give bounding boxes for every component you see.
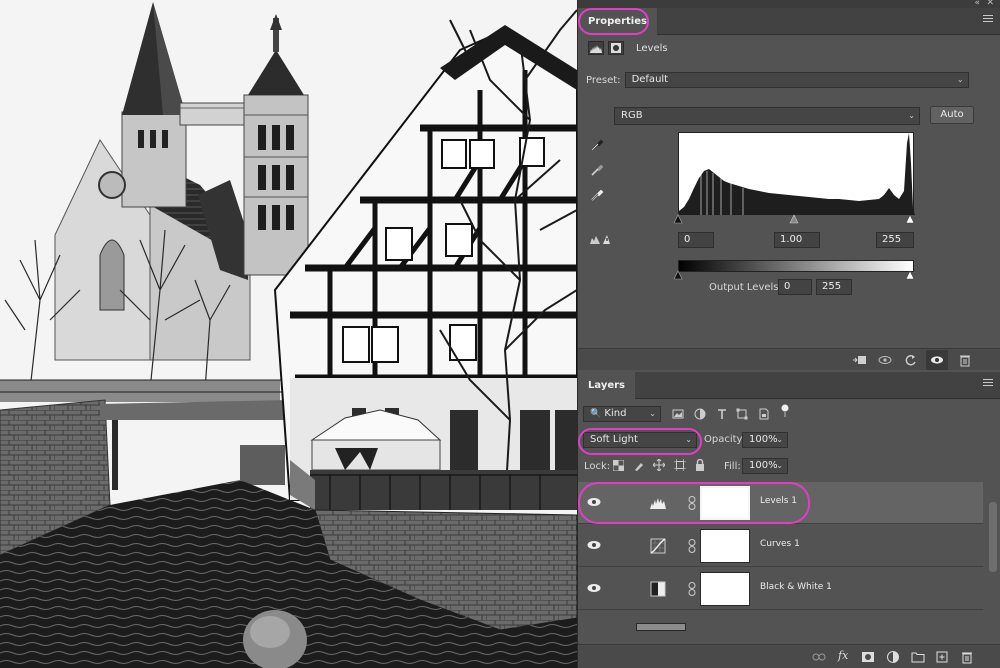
output-black-field[interactable]: 0 [778,279,812,295]
white-eyedropper-icon[interactable] [590,188,604,202]
layer-row-partial[interactable] [578,611,983,631]
filter-kind-value: Kind [604,408,627,419]
lock-position-icon[interactable] [653,459,665,471]
layer-mask-thumbnail[interactable] [700,529,750,563]
opacity-field[interactable]: 100% ⌄ [742,432,788,448]
fx-icon[interactable]: fx [838,649,848,662]
lock-artboard-icon[interactable] [674,459,686,471]
right-panel-dock: « ✕ Properties Levels Preset: Default ⌄ [577,0,1000,668]
layers-panel: Layers 🔍 Kind ⌄ Soft Light ⌄ Opacity: 10… [578,372,1000,668]
properties-footer [578,348,1000,370]
preset-label: Preset: [586,74,621,86]
panel-menu-icon[interactable] [983,379,993,389]
folder-icon[interactable] [911,650,925,664]
delete-icon[interactable] [958,353,972,367]
link-layers-icon[interactable] [812,650,826,664]
chevron-down-icon: ⌄ [776,461,783,470]
layer-name[interactable]: Black & White 1 [760,582,832,592]
black-white-icon [650,581,666,597]
filter-shape-icon[interactable] [736,408,748,420]
levels-icon[interactable] [588,41,604,55]
chevron-down-icon: ⌄ [649,409,656,418]
layer-mask-icon[interactable] [608,41,624,55]
properties-tab-highlight [578,8,649,35]
input-gamma-field[interactable]: 1.00 [774,232,820,248]
output-white-field[interactable]: 255 [816,279,852,295]
channel-dropdown[interactable]: RGB ⌄ [614,107,920,125]
lock-label: Lock: [584,461,611,472]
layers-tab-row: Layers [578,372,1000,399]
eye-icon[interactable] [587,540,601,550]
document-canvas[interactable] [0,0,577,668]
layer-thumbnail [636,623,686,631]
fill-field[interactable]: 100% ⌄ [742,458,788,474]
input-level-sliders[interactable] [673,214,919,224]
opacity-label: Opacity: [704,434,746,445]
fill-label: Fill: [724,461,741,472]
properties-panel: Properties Levels Preset: Default ⌄ RGB … [578,8,1000,370]
layer-row-black-white-1[interactable]: Black & White 1 [578,568,983,610]
layers-footer: fx [578,644,1000,668]
dock-titlebar: « ✕ [578,0,1000,8]
eye-icon[interactable] [587,583,601,593]
lock-transparent-icon[interactable] [613,460,624,471]
layer-name[interactable]: Curves 1 [760,539,800,549]
auto-button[interactable]: Auto [930,106,974,124]
chevron-down-icon: ⌄ [776,435,783,444]
panel-menu-icon[interactable] [983,15,993,25]
filter-adjustment-icon[interactable] [694,408,706,420]
chevron-down-icon: ⌄ [956,75,964,84]
layer-filter-row: 🔍 Kind ⌄ [578,404,1000,430]
toggle-visibility-button[interactable] [926,350,948,370]
gray-eyedropper-icon[interactable] [590,163,604,177]
filter-toggle-icon[interactable] [780,404,790,418]
close-panel-icon[interactable]: ✕ [986,0,994,8]
channel-value: RGB [621,110,643,121]
eye-icon [931,356,943,364]
adjustment-header: Levels [578,35,1000,61]
calculate-histogram-warning-icon[interactable] [590,232,610,246]
preset-dropdown[interactable]: Default ⌄ [624,72,969,88]
blend-mode-highlight [578,428,702,455]
chevron-down-icon: ⌄ [908,111,915,120]
input-black-field[interactable]: 0 [678,232,714,248]
lock-all-icon[interactable] [695,459,705,471]
new-layer-icon[interactable] [935,650,949,664]
layers-scrollbar[interactable] [989,502,997,572]
link-icon[interactable] [688,539,696,553]
lock-row: Lock: Fill: 100% ⌄ [578,456,1000,482]
add-mask-icon[interactable] [861,650,875,664]
black-white-photo [0,0,577,668]
filter-pixel-icon[interactable] [672,408,684,420]
layer-row-curves-1[interactable]: Curves 1 [578,525,983,567]
lock-pixels-icon[interactable] [633,460,644,471]
input-white-field[interactable]: 255 [876,232,914,248]
collapse-panels-icon[interactable]: « [974,0,980,8]
adjustment-title: Levels [636,42,668,54]
curves-icon [650,538,666,554]
output-levels-label: Output Levels: [709,282,782,293]
preset-value: Default [631,74,669,85]
preset-row: Preset: Default ⌄ [586,72,969,88]
adjustment-icon[interactable] [886,650,900,664]
delete-icon[interactable] [960,650,974,664]
opacity-value: 100% [749,434,778,445]
link-icon[interactable] [688,582,696,596]
tab-layers[interactable]: Layers [578,372,635,399]
filter-smart-object-icon[interactable] [758,408,770,420]
view-previous-state-icon[interactable] [878,353,892,367]
levels-histogram [678,132,915,215]
filter-type-icon[interactable] [716,408,728,420]
fill-value: 100% [749,460,778,471]
selected-layer-highlight [578,482,810,524]
clip-to-layer-icon[interactable] [852,353,866,367]
reset-icon[interactable] [904,353,918,367]
black-eyedropper-icon[interactable] [590,138,604,152]
filter-kind-dropdown[interactable]: 🔍 Kind ⌄ [583,406,661,422]
layer-mask-thumbnail[interactable] [700,572,750,606]
